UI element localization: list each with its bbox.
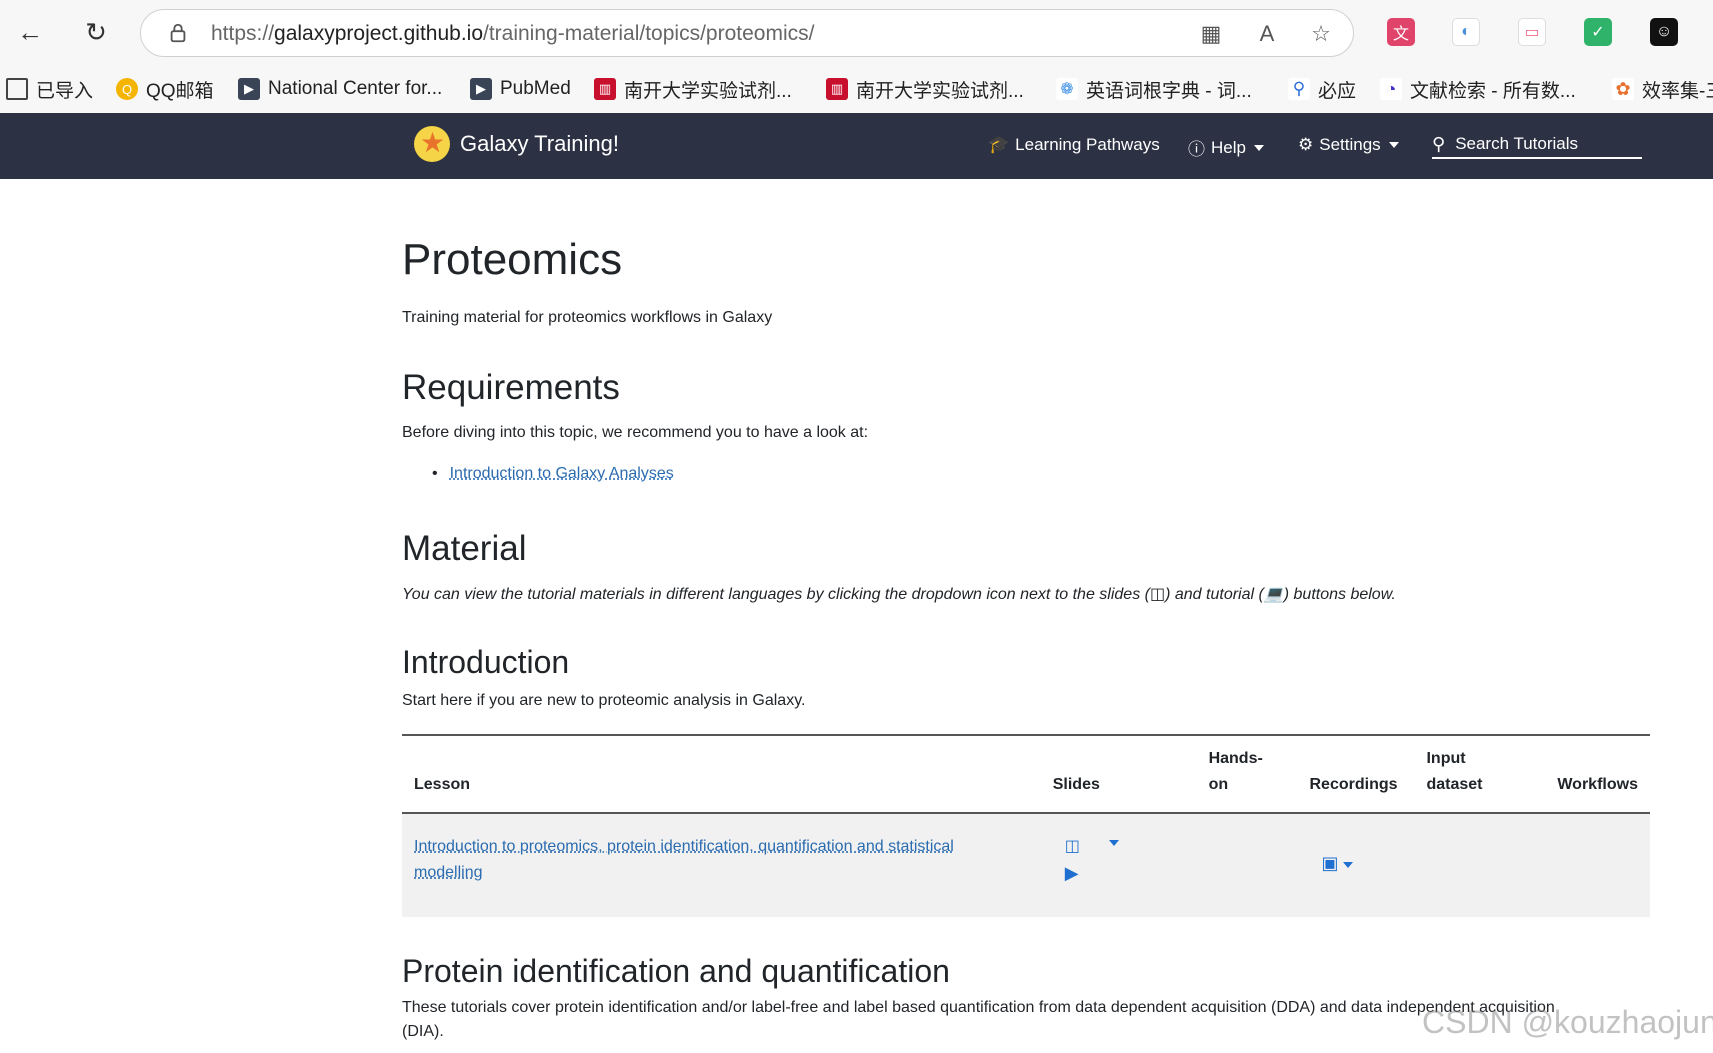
material-note: You can view the tutorial materials in d… bbox=[402, 586, 1396, 603]
list-item: Introduction to Galaxy Analyses bbox=[432, 465, 674, 483]
hands-on-cell bbox=[1196, 813, 1298, 917]
search-tutorials-input[interactable]: ⚲ Search Tutorials bbox=[1432, 131, 1642, 159]
translate-extension-icon[interactable]: 文 bbox=[1387, 18, 1415, 46]
bookmark-literature[interactable]: ◔ 文献检索 - 所有数... bbox=[1380, 76, 1576, 102]
chevron-down-icon bbox=[1388, 142, 1399, 148]
lessons-table: Lesson Slides Hands-on Recordings Input d… bbox=[402, 734, 1650, 917]
bookmark-bing[interactable]: ⚲ 必应 bbox=[1288, 76, 1356, 102]
chevron-down-icon bbox=[1253, 144, 1264, 151]
bookmark-nankai-2[interactable]: ▥ 南开大学实验试剂... bbox=[826, 76, 1024, 102]
profile-extension-icon[interactable]: ☺ bbox=[1650, 18, 1678, 46]
requirements-heading: Requirements bbox=[402, 368, 620, 407]
slides-cell: ◫ ▶ bbox=[1040, 813, 1197, 917]
slides-language-dropdown-icon[interactable] bbox=[1108, 840, 1119, 846]
requirements-link[interactable]: Introduction to Galaxy Analyses bbox=[450, 465, 674, 483]
favorite-star-icon[interactable]: ☆ bbox=[1309, 22, 1333, 46]
lock-icon[interactable] bbox=[167, 22, 189, 44]
bookmark-qqmail[interactable]: Q QQ邮箱 bbox=[116, 76, 214, 102]
protein-text: These tutorials cover protein identifica… bbox=[402, 999, 1555, 1040]
table-row: Introduction to proteomics, protein iden… bbox=[402, 813, 1650, 917]
chevron-down-icon bbox=[1342, 861, 1353, 868]
lesson-cell: Introduction to proteomics, protein iden… bbox=[402, 813, 1041, 917]
bookmarks-bar: 已导入 Q QQ邮箱 ▶ National Center for... ▶ PubMe… bbox=[0, 66, 1713, 113]
graduation-cap-icon: 🎓 bbox=[988, 135, 1010, 154]
url-text[interactable]: https://galaxyproject.github.io/training… bbox=[211, 22, 814, 46]
back-arrow-icon[interactable]: ← bbox=[12, 14, 48, 50]
folder-icon bbox=[6, 78, 28, 100]
search-icon: ⚲ bbox=[1432, 133, 1446, 154]
requirements-intro: Before diving into this topic, we recomm… bbox=[402, 424, 869, 441]
introduction-heading: Introduction bbox=[402, 644, 570, 680]
bookmark-ncbi[interactable]: ▶ National Center for... bbox=[238, 76, 442, 102]
bookmark-pubmed[interactable]: ▶ PubMed bbox=[470, 76, 571, 102]
galaxy-logo-icon bbox=[414, 126, 450, 162]
bookmark-efficiency[interactable]: ✿效率集-三 bbox=[1612, 76, 1713, 102]
play-circle-icon[interactable]: ▶ bbox=[1053, 860, 1185, 886]
read-aloud-icon[interactable]: A bbox=[1255, 22, 1279, 46]
header-workflows: Workflows bbox=[1545, 734, 1650, 814]
browser-toolbar: ← ↻ https://galaxyproject.github.io/trai… bbox=[0, 0, 1713, 66]
header-hands-on: Hands-on bbox=[1196, 734, 1298, 814]
brand-text: Galaxy Training! bbox=[460, 131, 619, 156]
workflows-cell bbox=[1545, 813, 1650, 917]
header-lesson: Lesson bbox=[402, 734, 1041, 814]
etymology-icon: ❁ bbox=[1056, 78, 1078, 100]
nav-learning-pathways[interactable]: 🎓 Learning Pathways bbox=[988, 135, 1160, 155]
nav-settings[interactable]: ⚙ Settings bbox=[1298, 135, 1399, 155]
introduction-text: Start here if you are new to proteomic a… bbox=[402, 692, 806, 709]
qqmail-icon: Q bbox=[116, 78, 138, 100]
bookmark-folder[interactable]: 已导入 bbox=[6, 76, 93, 102]
browser-chrome: ← ↻ https://galaxyproject.github.io/trai… bbox=[0, 0, 1713, 113]
input-dataset-cell bbox=[1414, 813, 1546, 917]
pubmed-icon: ▶ bbox=[470, 78, 492, 100]
nav-help[interactable]: ⓘ Help bbox=[1188, 135, 1264, 160]
header-input-dataset: Input dataset bbox=[1414, 734, 1546, 814]
bookmark-nankai-1[interactable]: ▥ 南开大学实验试剂... bbox=[594, 76, 792, 102]
watermark: CSDN @kouzhaojun bbox=[1422, 1004, 1713, 1040]
gear-icon: ⚙ bbox=[1298, 135, 1314, 154]
bookmark-etymology[interactable]: ❁ 英语词根字典 - 词... bbox=[1056, 76, 1252, 102]
slides-icon[interactable]: ◫ bbox=[1065, 834, 1083, 855]
video-camera-icon: ▣ bbox=[1321, 853, 1339, 873]
header-recordings: Recordings bbox=[1297, 734, 1415, 814]
lesson-link[interactable]: Introduction to proteomics, protein iden… bbox=[414, 838, 954, 881]
shield-extension-icon[interactable]: ✓ bbox=[1584, 18, 1612, 46]
table-header-row: Lesson Slides Hands-on Recordings Input d… bbox=[402, 734, 1650, 814]
nankai-icon: ▥ bbox=[826, 78, 848, 100]
search-icon: ⚲ bbox=[1288, 78, 1310, 100]
nankai-icon: ▥ bbox=[594, 78, 616, 100]
extension-icon[interactable]: ◐ bbox=[1452, 18, 1480, 46]
ncbi-icon: ▶ bbox=[238, 78, 260, 100]
laptop-icon: 💻 bbox=[1263, 586, 1284, 603]
material-heading: Material bbox=[402, 529, 527, 568]
header-slides: Slides bbox=[1040, 734, 1197, 814]
app-available-icon[interactable]: ▦ bbox=[1199, 22, 1223, 46]
address-bar[interactable]: https://galaxyproject.github.io/training… bbox=[140, 9, 1354, 57]
page-subtitle: Training material for proteomics workflo… bbox=[402, 309, 773, 326]
literature-icon: ◔ bbox=[1380, 78, 1402, 100]
recordings-cell: ▣ bbox=[1297, 813, 1415, 917]
brand-link[interactable]: Galaxy Training! bbox=[414, 126, 619, 162]
protein-heading: Protein identification and quantificatio… bbox=[402, 953, 950, 989]
bilibili-extension-icon[interactable]: ▭ bbox=[1518, 18, 1546, 46]
efficiency-icon: ✿ bbox=[1612, 78, 1634, 100]
slides-icon: ◫ bbox=[1149, 586, 1166, 603]
site-navbar: Galaxy Training! 🎓Learning Pathways ⓘHel… bbox=[0, 113, 1713, 179]
page-title: Proteomics bbox=[402, 235, 623, 284]
reload-icon[interactable]: ↻ bbox=[78, 14, 114, 50]
recordings-button[interactable]: ▣ bbox=[1310, 834, 1403, 878]
question-circle-icon: ⓘ bbox=[1188, 140, 1205, 159]
